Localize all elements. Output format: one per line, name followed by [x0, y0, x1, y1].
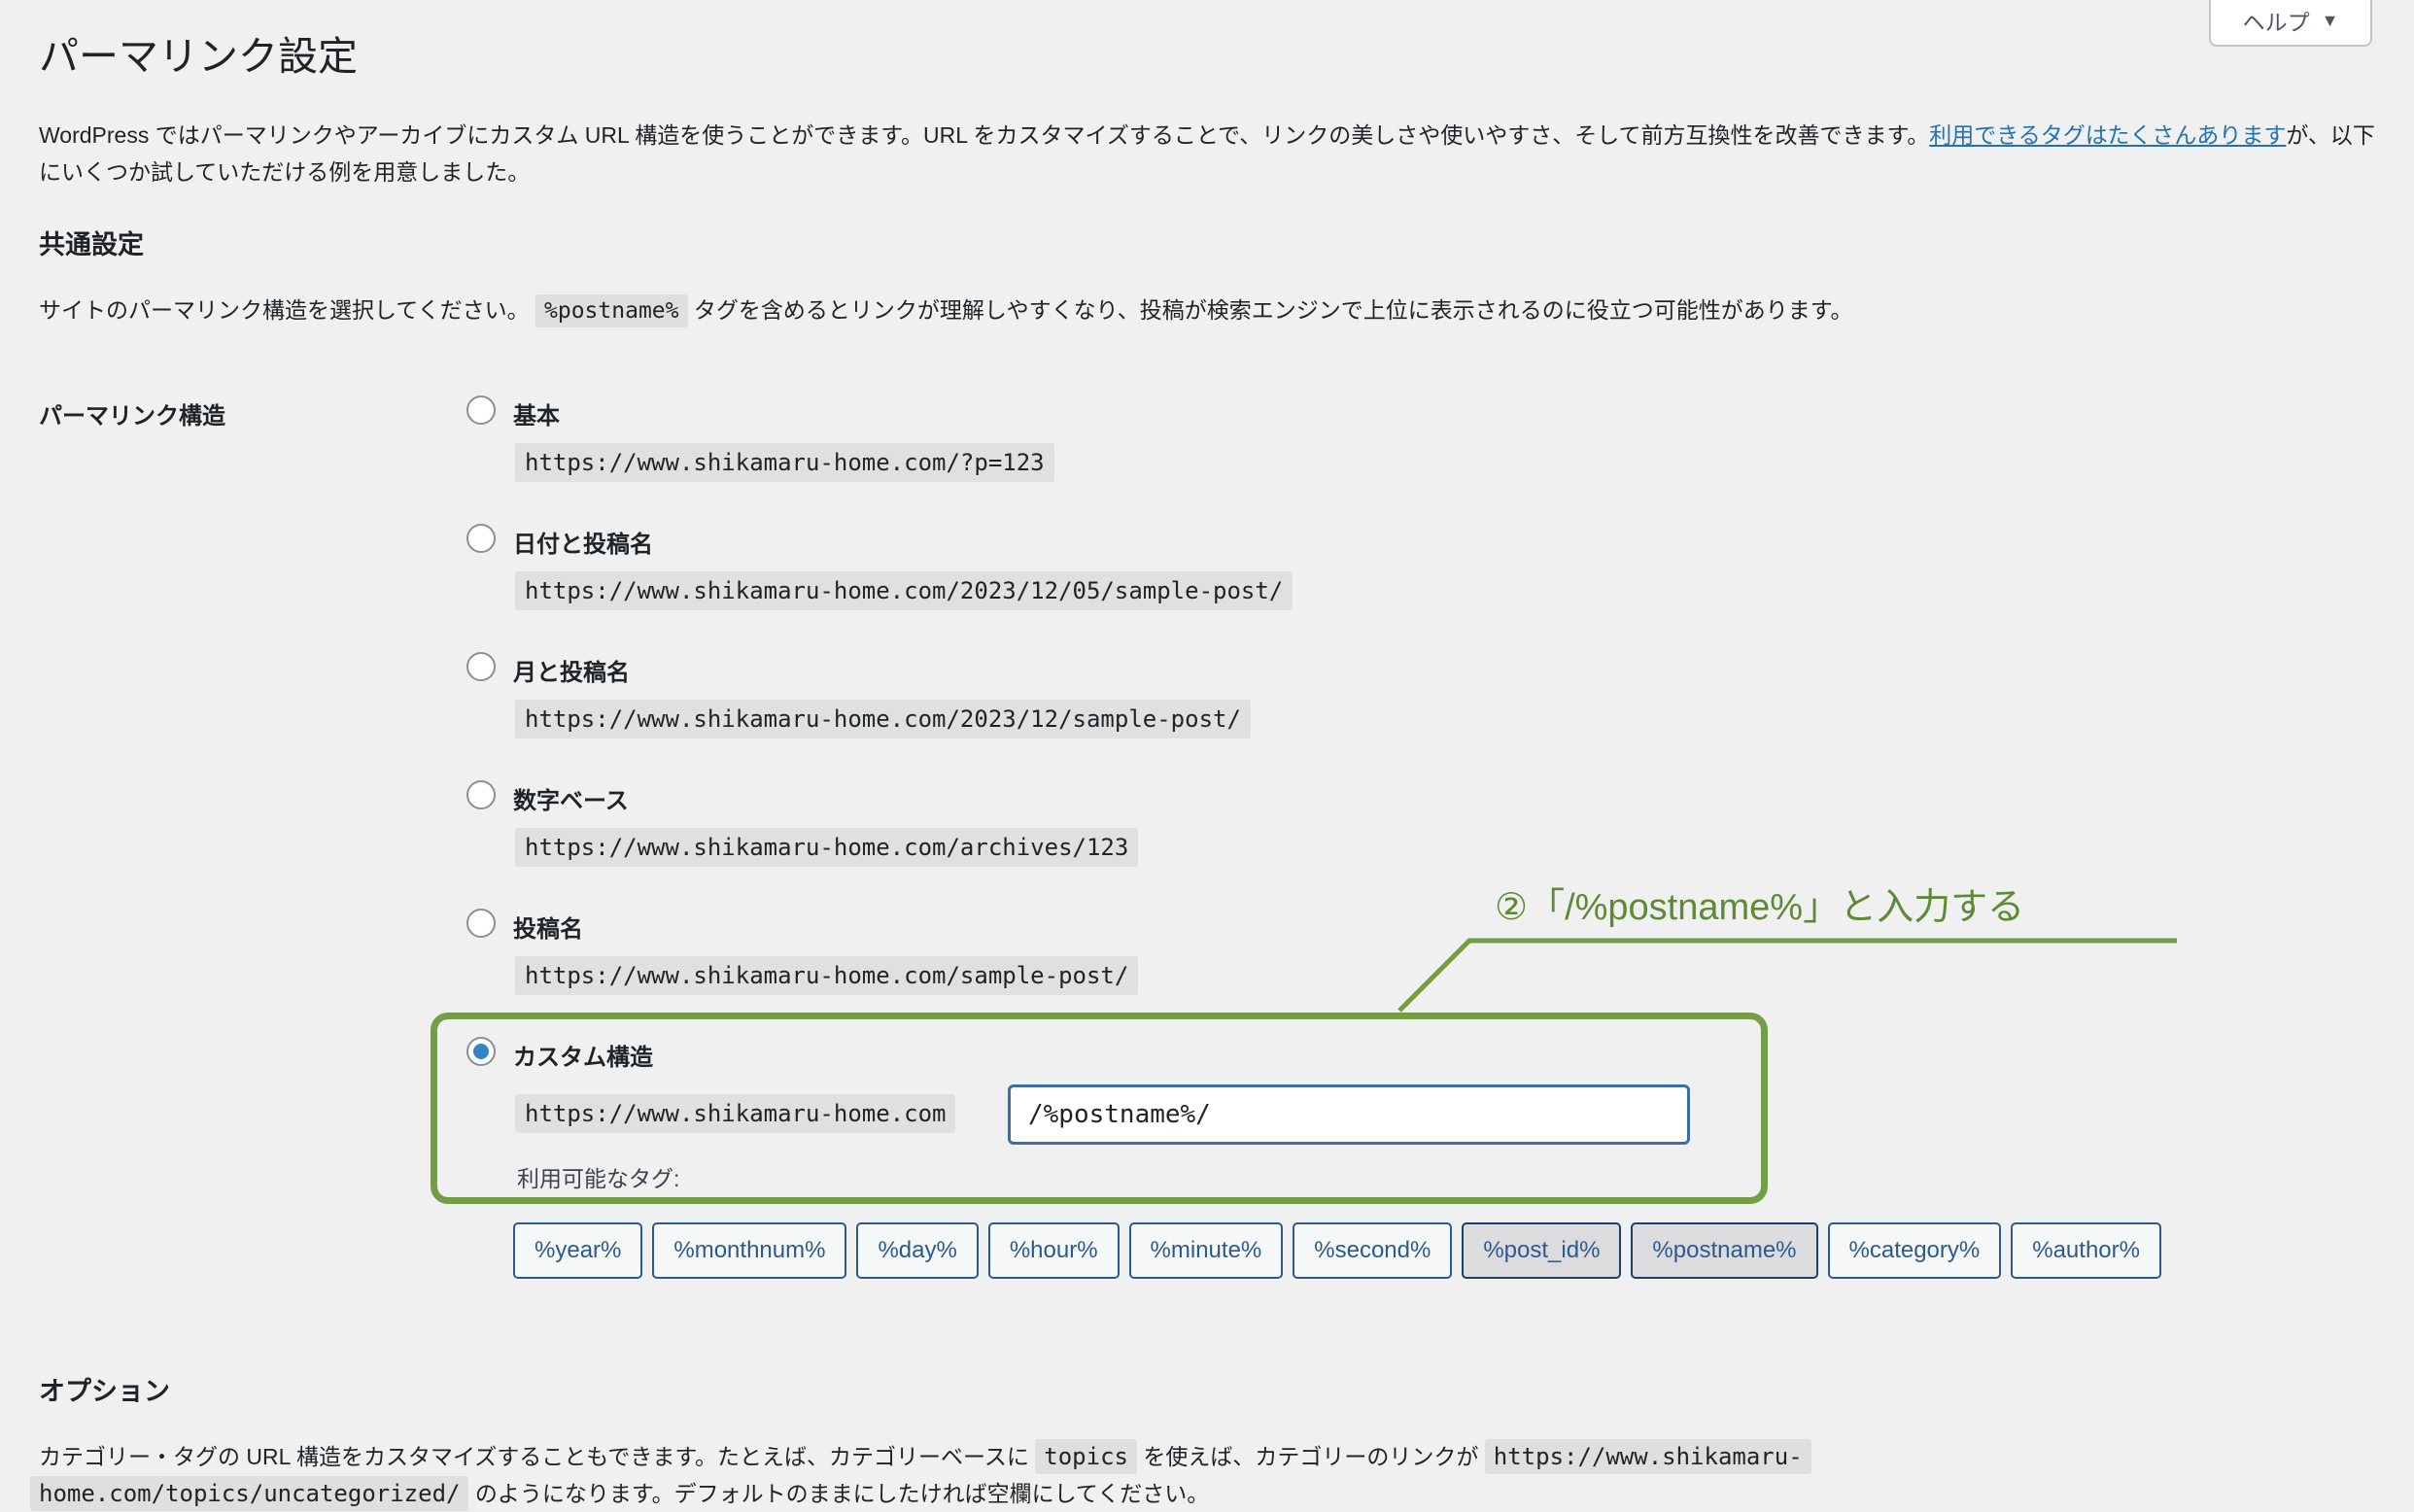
- available-tags-label: 利用可能なタグ:: [517, 1166, 680, 1191]
- tag-button-minute[interactable]: %minute%: [1128, 1222, 1284, 1279]
- annotation-text: ②「/%postname%」と入力する: [1495, 887, 2025, 928]
- option-label[interactable]: カスタム構造: [513, 1038, 653, 1072]
- custom-structure-input[interactable]: [1008, 1084, 1690, 1145]
- tag-button-postname[interactable]: %postname%: [1631, 1222, 1818, 1279]
- tag-button-category[interactable]: %category%: [1827, 1222, 2002, 1279]
- radio-custom[interactable]: [466, 1037, 496, 1066]
- available-tags-list: %year% %monthnum% %day% %hour% %minute% …: [513, 1222, 2161, 1279]
- category-link-example-code-part2: home.com/topics/uncategorized/: [30, 1476, 469, 1511]
- tag-button-year[interactable]: %year%: [513, 1222, 643, 1279]
- tag-button-day[interactable]: %day%: [856, 1222, 979, 1279]
- category-link-example-code-part1: https://www.shikamaru-: [1484, 1439, 1811, 1474]
- tag-button-second[interactable]: %second%: [1293, 1222, 1453, 1279]
- custom-prefix: https://www.shikamaru-home.com: [515, 1094, 956, 1133]
- callout-leader-line: [1397, 938, 2177, 1013]
- options-description: カテゴリー・タグの URL 構造をカスタマイズすることもできます。たとえば、カテ…: [30, 1438, 1983, 1512]
- topics-code: topics: [1035, 1439, 1137, 1474]
- tag-button-post-id[interactable]: %post_id%: [1462, 1222, 1622, 1279]
- annotation-callout-line: [1397, 938, 2177, 1013]
- tag-button-hour[interactable]: %hour%: [987, 1222, 1120, 1279]
- tag-button-monthnum[interactable]: %monthnum%: [652, 1222, 847, 1279]
- options-heading: オプション: [39, 1377, 170, 1406]
- tag-button-author[interactable]: %author%: [2011, 1222, 2161, 1279]
